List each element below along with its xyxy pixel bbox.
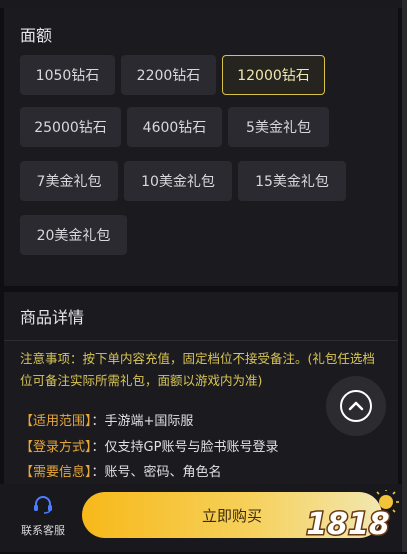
details-divider: [4, 340, 398, 341]
info-key: 【登录方式】: [20, 440, 92, 455]
details-section-title: 商品详情: [20, 308, 85, 327]
info-row-login: 【登录方式】：仅支持GP账号与脸书账号登录: [20, 436, 278, 455]
amount-section: 面额 1050钻石 2200钻石 12000钻石 25000钻石 4600钻石 …: [4, 8, 398, 286]
info-value: 仅支持GP账号与脸书账号登录: [104, 440, 279, 455]
scrollbar[interactable]: [402, 0, 407, 552]
back-to-top-button[interactable]: [326, 376, 386, 436]
top-strip: [0, 0, 407, 8]
chevron-up-icon: [340, 390, 372, 422]
amount-section-title: 面额: [20, 26, 53, 45]
svg-text:1818: 1818: [306, 507, 390, 542]
watermark-logo: 1818: [300, 488, 400, 550]
info-sep: ：: [91, 440, 105, 455]
amount-option-10usd[interactable]: 10美金礼包: [124, 161, 232, 201]
info-row-scope: 【适用范围】：手游端+国际服: [20, 410, 193, 429]
headset-icon: [32, 496, 54, 518]
customer-service-label: 联系客服: [21, 524, 65, 537]
info-value: 账号、密码、角色名: [104, 465, 222, 480]
info-key: 【适用范围】: [20, 414, 92, 429]
info-key: 【需要信息】: [20, 465, 92, 480]
amount-option-12000[interactable]: 12000钻石: [222, 55, 325, 95]
info-sep: ：: [91, 414, 105, 429]
amount-option-7usd[interactable]: 7美金礼包: [20, 161, 118, 201]
amount-option-1050[interactable]: 1050钻石: [20, 55, 115, 95]
info-value: 手游端+国际服: [104, 414, 194, 429]
amount-option-25000[interactable]: 25000钻石: [20, 107, 121, 147]
customer-service-button[interactable]: 联系客服: [10, 494, 76, 538]
amount-option-5usd[interactable]: 5美金礼包: [228, 107, 329, 147]
details-notice: 注意事项：按下单内容充值，固定档位不接受备注。(礼包任选档位可备注实际所需礼包，…: [20, 351, 375, 388]
amount-option-15usd[interactable]: 15美金礼包: [238, 161, 346, 201]
amount-option-4600[interactable]: 4600钻石: [127, 107, 222, 147]
amount-option-2200[interactable]: 2200钻石: [121, 55, 216, 95]
amount-option-20usd[interactable]: 20美金礼包: [20, 215, 127, 255]
info-sep: ：: [91, 465, 105, 480]
info-row-required: 【需要信息】：账号、密码、角色名: [20, 461, 222, 480]
